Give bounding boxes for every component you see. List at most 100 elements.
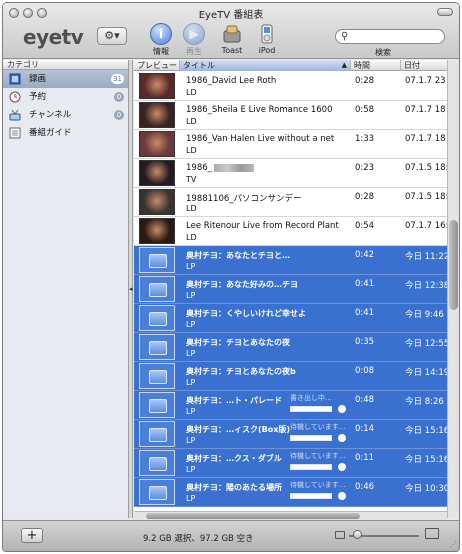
row-source: LD: [186, 233, 197, 242]
row-source: LP: [186, 407, 196, 416]
row-duration: 0:08: [355, 366, 375, 376]
table-row[interactable]: 奥村チヨ：…クス・ダブル LP 待機しています... 0:11 今日 15:16: [134, 449, 447, 478]
row-duration: 0:58: [355, 105, 375, 115]
table-header: プレビュー タイトル ▲ 時間 日付: [134, 60, 447, 71]
vertical-scroll-thumb[interactable]: [449, 220, 458, 310]
row-source: TV: [186, 175, 197, 184]
search-field[interactable]: ⚲: [335, 29, 445, 44]
toast-icon: [221, 23, 243, 45]
collapse-arrow-icon[interactable]: ◂: [129, 285, 133, 293]
cancel-export-icon[interactable]: [338, 492, 346, 500]
table-row[interactable]: Lee Ritenour Live from Record Plant LD 0:5…: [134, 217, 447, 246]
thumbnail-size-knob[interactable]: [353, 530, 362, 539]
row-duration: 0:42: [355, 250, 375, 260]
table-row[interactable]: 1986_ TV 0:23 07.1.5 18:4: [134, 159, 447, 188]
row-title: 奥村チヨ：陽のあたる場所: [186, 483, 282, 492]
row-duration: 0:35: [355, 337, 375, 347]
row-source: LP: [186, 349, 196, 358]
preview-thumbnail: [139, 160, 175, 186]
add-button[interactable]: +: [21, 528, 43, 543]
sidebar-item-label: 予約: [29, 92, 47, 102]
toast-button[interactable]: Toast: [214, 23, 250, 55]
row-date: 今日 15:16: [405, 426, 447, 436]
search-icon: ⚲: [341, 31, 349, 42]
row-date: 07.1.7 18: [405, 134, 446, 144]
table-row[interactable]: 1986_Sheila E Live Romance 1600 LD 0:58 07.…: [134, 101, 447, 130]
program-guide-icon: [9, 127, 21, 139]
resize-grip-icon[interactable]: ⋰: [449, 540, 457, 549]
play-icon: ▶: [183, 23, 205, 45]
row-date: 今日 9:46: [405, 310, 444, 320]
row-date: 今日 14:19: [405, 368, 447, 378]
row-status: 待機しています...: [290, 423, 346, 431]
row-title: 1986_: [186, 163, 212, 173]
table-row[interactable]: 1986_David Lee Roth LD 0:28 07.1.7 23: [134, 72, 447, 101]
column-preview[interactable]: プレビュー: [134, 60, 180, 71]
channels-icon: [9, 109, 21, 121]
cancel-export-icon[interactable]: [338, 434, 346, 442]
row-duration: 1:33: [355, 134, 375, 144]
row-duration: 0:54: [355, 221, 375, 231]
table-row[interactable]: 奥村チヨ：…ト・パレード LP 書き出し中... 0:48 今日 8:26: [134, 391, 447, 420]
vertical-scrollbar[interactable]: [447, 60, 459, 518]
row-title: 1986_Sheila E Live Romance 1600: [186, 105, 333, 115]
table-row[interactable]: 奥村チヨ：くやしいけれど幸せよ LP 0:41 今日 9:46: [134, 304, 447, 333]
recordings-count-badge: 31: [111, 74, 124, 84]
window-title: EyeTV 番組表: [198, 10, 264, 21]
row-title: Lee Ritenour Live from Record Plant: [186, 221, 339, 231]
table-row[interactable]: 19881106_パソコンサンデーLD 0:28 07.1.5 18:1: [134, 188, 447, 217]
toolbar: EyeTV 番組表 eyetv ⚙▾ i 情報 ▶ 再生 Toast iPod …: [3, 3, 459, 59]
sidebar-item-program-guide[interactable]: 番組ガイド: [3, 124, 128, 142]
sort-ascending-icon: ▲: [341, 61, 347, 69]
ipod-icon: [256, 23, 278, 45]
info-icon: i: [150, 23, 172, 45]
row-date: 今日 12:38: [405, 281, 447, 291]
channels-count-badge: 0: [114, 110, 124, 120]
row-title: 奥村チヨ：…ト・パレード: [186, 396, 282, 405]
sidebar-item-label: 番組ガイド: [29, 128, 72, 138]
column-date[interactable]: 日付: [401, 60, 447, 71]
row-source: LP: [186, 320, 196, 329]
table-row[interactable]: 奥村チヨ：…ィスク(Box版) LP 待機しています... 0:14 今日 15:16: [134, 420, 447, 449]
horizontal-scroll-thumb[interactable]: [146, 513, 360, 519]
table-row[interactable]: 1986_Van Halen Live without a net LD 1:33 0…: [134, 130, 447, 159]
schedule-clock-icon: [9, 91, 21, 103]
info-button[interactable]: i 情報: [143, 23, 179, 57]
sidebar-item-schedule[interactable]: 予約 0: [3, 88, 128, 106]
row-date: 07.1.5 18:1: [405, 192, 447, 202]
eyetv-window: EyeTV 番組表 eyetv ⚙▾ i 情報 ▶ 再生 Toast iPod …: [2, 2, 460, 552]
row-title: 1986_Van Halen Live without a net: [186, 134, 335, 144]
row-title: 奥村チヨ：…ィスク(Box版): [186, 425, 291, 434]
toolbar-toggle-button[interactable]: [437, 8, 453, 16]
horizontal-scrollbar[interactable]: [134, 511, 447, 520]
video-file-icon: [139, 305, 175, 331]
cancel-export-icon[interactable]: [338, 405, 346, 413]
ipod-label: iPod: [258, 46, 276, 55]
table-row[interactable]: 奥村チヨ：あなた好みの…チヨ LP 0:41 今日 12:38: [134, 275, 447, 304]
column-title[interactable]: タイトル ▲: [180, 60, 351, 71]
column-title-label: タイトル: [183, 61, 215, 70]
sidebar-item-label: チャンネル: [29, 110, 72, 120]
play-button[interactable]: ▶ 再生: [176, 23, 212, 57]
cancel-export-icon[interactable]: [338, 463, 346, 471]
sidebar-splitter[interactable]: ◂: [129, 60, 133, 518]
ipod-button[interactable]: iPod: [249, 23, 285, 55]
table-row[interactable]: 奥村チヨ：陽のあたる場所 LP 待機しています... 0:46 今日 10:30: [134, 478, 447, 507]
row-duration: 0:46: [355, 482, 375, 492]
action-menu-button[interactable]: ⚙▾: [97, 27, 127, 45]
schedule-count-badge: 0: [114, 92, 124, 102]
row-progress-bar: [290, 435, 332, 441]
table-row[interactable]: 奥村チヨ：あなたとチヨと… LP 0:42 今日 11:22: [134, 246, 447, 275]
row-date: 07.1.7 18: [405, 105, 446, 115]
row-status: 待機しています...: [290, 452, 346, 460]
row-title: 1986_David Lee Roth: [186, 76, 277, 86]
sidebar-item-recordings[interactable]: 録画 31: [3, 70, 128, 88]
row-source: LP: [186, 465, 196, 474]
sidebar-item-channels[interactable]: チャンネル 0: [3, 106, 128, 124]
column-duration[interactable]: 時間: [351, 60, 401, 71]
table-row[interactable]: 奥村チヨ：チヨとあなたの夜b LP 0:08 今日 14:19: [134, 362, 447, 391]
preview-thumbnail: [139, 189, 175, 215]
bottom-bar: + 9.2 GB 選択、97.2 GB 空き ⋰: [3, 520, 459, 551]
row-source: LD: [186, 88, 197, 97]
table-row[interactable]: 奥村チヨ：チヨとあなたの夜 LP 0:35 今日 12:55: [134, 333, 447, 362]
